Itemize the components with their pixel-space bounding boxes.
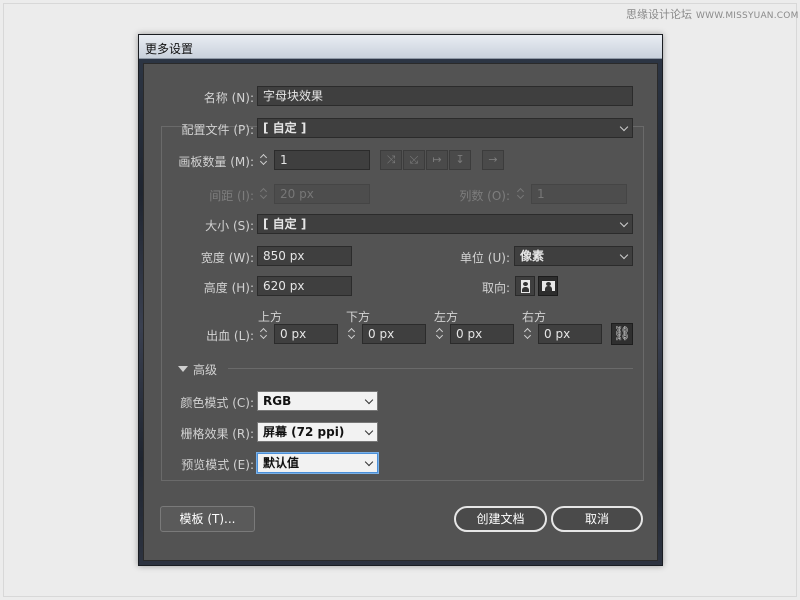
bleed-left-label: 左方 bbox=[434, 310, 459, 324]
color-mode-select[interactable]: RGB bbox=[257, 391, 378, 411]
artboards-stepper[interactable] bbox=[257, 150, 272, 170]
new-document-dialog: 更多设置 名称 (N): 字母块效果 配置文件 (P): [ 自定 ] 画板数量… bbox=[138, 34, 663, 566]
chevron-down-icon bbox=[619, 122, 629, 132]
bleed-top-input[interactable]: 0 px bbox=[274, 324, 338, 344]
advanced-divider bbox=[228, 368, 633, 369]
dialog-panel: 名称 (N): 字母块效果 配置文件 (P): [ 自定 ] 画板数量 (M):… bbox=[143, 63, 658, 561]
artboards-label: 画板数量 (M): bbox=[178, 155, 254, 169]
preview-mode-label: 预览模式 (E): bbox=[181, 458, 254, 472]
bleed-label: 出血 (L): bbox=[206, 329, 254, 343]
portrait-icon bbox=[521, 280, 530, 293]
size-select[interactable]: [ 自定 ] bbox=[257, 214, 633, 234]
spacing-input: 20 px bbox=[274, 184, 370, 204]
raster-effects-value: 屏幕 (72 ppi) bbox=[263, 425, 345, 439]
columns-label: 列数 (O): bbox=[459, 189, 510, 203]
profile-select[interactable]: [ 自定 ] bbox=[257, 118, 633, 138]
name-label: 名称 (N): bbox=[203, 91, 254, 105]
watermark: 思缘设计论坛 WWW.MISSYUAN.COM bbox=[626, 6, 799, 22]
name-input[interactable]: 字母块效果 bbox=[257, 86, 633, 106]
bleed-top-stepper[interactable] bbox=[257, 324, 272, 344]
watermark-url: WWW.MISSYUAN.COM bbox=[696, 11, 799, 21]
width-label: 宽度 (W): bbox=[200, 251, 254, 265]
triangle-down-icon[interactable] bbox=[178, 366, 188, 372]
bleed-bottom-input[interactable]: 0 px bbox=[362, 324, 426, 344]
chevron-down-icon bbox=[364, 426, 374, 436]
portrait-orientation-button[interactable] bbox=[515, 276, 535, 296]
watermark-text: 思缘设计论坛 bbox=[626, 8, 692, 21]
chevron-down-icon bbox=[364, 395, 374, 405]
profile-label: 配置文件 (P): bbox=[181, 123, 254, 137]
landscape-icon bbox=[542, 281, 555, 291]
chevron-down-icon bbox=[619, 250, 629, 260]
units-select[interactable]: 像素 bbox=[514, 246, 633, 266]
profile-value: [ 自定 ] bbox=[263, 121, 307, 135]
units-label: 单位 (U): bbox=[459, 251, 510, 265]
link-bleed-icon[interactable]: ⛓ bbox=[611, 323, 633, 345]
dialog-title: 更多设置 bbox=[145, 42, 194, 56]
columns-input: 1 bbox=[531, 184, 627, 204]
height-label: 高度 (H): bbox=[203, 281, 254, 295]
bleed-right-stepper[interactable] bbox=[521, 324, 536, 344]
bleed-top-label: 上方 bbox=[258, 310, 283, 324]
size-value: [ 自定 ] bbox=[263, 217, 307, 231]
bleed-left-stepper[interactable] bbox=[433, 324, 448, 344]
bleed-bottom-label: 下方 bbox=[346, 310, 371, 324]
units-value: 像素 bbox=[520, 249, 545, 263]
raster-effects-select[interactable]: 屏幕 (72 ppi) bbox=[257, 422, 378, 442]
orientation-label: 取向: bbox=[481, 281, 510, 295]
spacing-label: 间距 (I): bbox=[209, 189, 254, 203]
advanced-label[interactable]: 高级 bbox=[193, 361, 217, 378]
preview-mode-select[interactable]: 默认值 bbox=[257, 453, 378, 473]
chevron-down-icon bbox=[364, 457, 374, 467]
color-mode-value: RGB bbox=[263, 394, 292, 408]
arrange-by-column-icon[interactable]: ↧ bbox=[449, 150, 471, 170]
change-to-rtl-icon[interactable]: → bbox=[482, 150, 504, 170]
artboards-input[interactable]: 1 bbox=[274, 150, 370, 170]
chevron-down-icon bbox=[619, 218, 629, 228]
color-mode-label: 颜色模式 (C): bbox=[180, 396, 254, 410]
grid-by-row-icon[interactable]: ⤨ bbox=[380, 150, 402, 170]
cancel-button[interactable]: 取消 bbox=[551, 506, 643, 532]
templates-button[interactable]: 模板 (T)... bbox=[160, 506, 255, 532]
arrange-by-row-icon[interactable]: ↦ bbox=[426, 150, 448, 170]
columns-stepper bbox=[514, 184, 529, 204]
bleed-bottom-stepper[interactable] bbox=[345, 324, 360, 344]
bleed-right-label: 右方 bbox=[522, 310, 547, 324]
landscape-orientation-button[interactable] bbox=[538, 276, 558, 296]
raster-effects-label: 栅格效果 (R): bbox=[180, 427, 254, 441]
spacing-stepper bbox=[257, 184, 272, 204]
create-document-button[interactable]: 创建文档 bbox=[454, 506, 547, 532]
bleed-left-input[interactable]: 0 px bbox=[450, 324, 514, 344]
height-input[interactable]: 620 px bbox=[257, 276, 352, 296]
preview-mode-value: 默认值 bbox=[263, 456, 300, 470]
bleed-right-input[interactable]: 0 px bbox=[538, 324, 602, 344]
grid-by-column-icon[interactable]: ⤩ bbox=[403, 150, 425, 170]
width-input[interactable]: 850 px bbox=[257, 246, 352, 266]
dialog-titlebar[interactable]: 更多设置 bbox=[139, 35, 662, 59]
size-label: 大小 (S): bbox=[205, 219, 254, 233]
